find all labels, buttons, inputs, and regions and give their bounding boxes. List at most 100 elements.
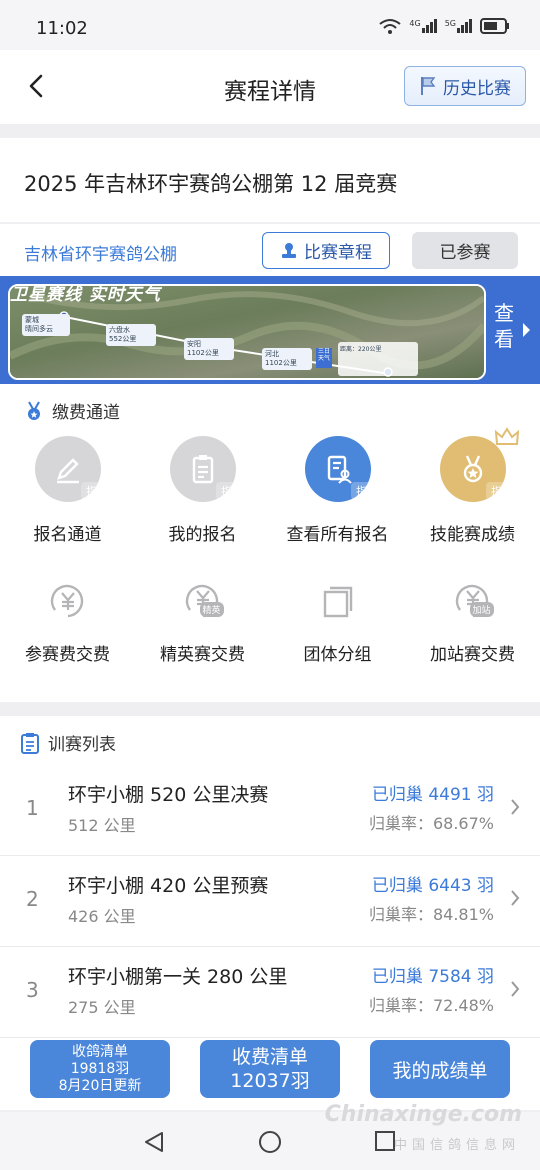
nav-header: 赛程详情 历史比赛 [0, 50, 540, 124]
pigeon-collection-list-button[interactable]: 收鸽清单 19818羽 8月20日更新 [30, 1040, 170, 1098]
fee-list-title: 收费清单 [231, 1046, 308, 1068]
my-results-label: 我的成绩单 [392, 1059, 488, 1082]
my-results-button[interactable]: 我的成绩单 [370, 1040, 510, 1098]
yuan-extra-icon: 加站 [448, 576, 498, 626]
team-grouping-item[interactable]: 团体分组 [270, 576, 405, 665]
guide-badge: 指 [485, 482, 508, 500]
collect-count: 19818羽 [70, 1060, 130, 1077]
grid-label: 查看所有报名 [286, 525, 389, 545]
signup-channel-item[interactable]: 指 报名通道 [0, 436, 135, 545]
grid-label: 精英赛交费 [160, 645, 245, 665]
club-name-link[interactable]: 吉林省环宇赛鸽公棚 [24, 240, 177, 265]
all-signups-item[interactable]: 指 查看所有报名 [270, 436, 405, 545]
history-races-label: 历史比赛 [443, 78, 511, 99]
edit-icon: 指 [34, 436, 103, 502]
race-distance: 512 公里 [68, 816, 136, 835]
fee-channel-section: 缴费通道 指 报名通道 指 我的报名 指 查看所有报名 指 技能赛成绩 参赛费交… [0, 384, 540, 702]
homing-rate: 归巢率：84.81% [368, 905, 494, 924]
extra-station-fee-item[interactable]: 加站 加站赛交费 [405, 576, 540, 665]
fee-list-button[interactable]: 收费清单 12037羽 [200, 1040, 340, 1098]
status-time: 11:02 [36, 18, 88, 39]
row-index: 3 [26, 978, 39, 1002]
training-row[interactable]: 1 环宇小棚 520 公里决赛 512 公里 已归巢 4491 羽 归巢率：68… [0, 766, 540, 856]
elite-fee-item[interactable]: 精英 精英赛交费 [135, 576, 270, 665]
signal-4g-icon: 4G [409, 19, 437, 33]
station-tag: 河北 1102公里 [262, 348, 312, 370]
weather-tag: 三日天气 [316, 348, 332, 368]
grid-label: 团体分组 [303, 645, 372, 665]
guide-badge: 指 [80, 482, 103, 500]
recents-square-icon[interactable] [374, 1130, 396, 1152]
homed-count: 已归巢 6443 羽 [371, 876, 494, 896]
elite-tag: 精英 [199, 602, 224, 617]
my-signup-item[interactable]: 指 我的报名 [135, 436, 270, 545]
grid-label: 参赛费交费 [25, 645, 110, 665]
row-index: 1 [26, 796, 39, 820]
medal-star-icon: 指 [439, 427, 519, 502]
back-triangle-icon[interactable] [142, 1130, 166, 1154]
forecast-panel: 距离：220公里 [338, 342, 418, 376]
watermark-logo: Chinaxinge.com [324, 1102, 522, 1127]
entry-fee-item[interactable]: 参赛费交费 [0, 576, 135, 665]
battery-icon [480, 18, 509, 34]
stamp-icon [282, 242, 296, 258]
race-title-card: 2025 年吉林环宇赛鸽公棚第 12 届竞赛 [0, 138, 540, 222]
station-tag: 蒙城 晴间多云 [22, 314, 70, 336]
extra-tag: 加站 [469, 602, 494, 617]
signal-5g-icon: 5G [445, 19, 472, 33]
clipboard-icon: 指 [169, 436, 238, 502]
yuan-icon [43, 576, 93, 626]
club-row: 吉林省环宇赛鸽公棚 比赛章程 已参赛 [0, 224, 540, 276]
grid-label: 报名通道 [33, 525, 102, 545]
race-name: 环宇小棚第一关 280 公里 [68, 966, 288, 988]
joined-status-button[interactable]: 已参赛 [412, 232, 518, 269]
banner-view-link[interactable]: 查看 [494, 300, 524, 352]
guide-badge: 指 [215, 482, 238, 500]
training-row[interactable]: 3 环宇小棚第一关 280 公里 275 公里 已归巢 7584 羽 归巢率：7… [0, 948, 540, 1038]
homed-count: 已归巢 4491 羽 [371, 785, 494, 805]
status-bar: 11:02 4G 5G [0, 0, 540, 50]
homing-rate: 归巢率：72.48% [368, 996, 494, 1015]
station-tag: 安阳 1102公里 [184, 338, 234, 360]
collect-title: 收鸽清单 [72, 1043, 128, 1060]
flag-icon [421, 77, 436, 95]
status-icons: 4G 5G [379, 18, 510, 34]
history-races-button[interactable]: 历史比赛 [404, 66, 526, 106]
grid-label: 加站赛交费 [430, 645, 515, 665]
skill-race-results-item[interactable]: 指 技能赛成绩 [405, 427, 540, 545]
race-name: 环宇小棚 420 公里预赛 [68, 875, 269, 897]
homed-count: 已归巢 7584 羽 [371, 967, 494, 987]
grid-label: 我的报名 [168, 525, 237, 545]
watermark-subtitle: 中国信鸽信息网 [393, 1138, 520, 1153]
race-rules-label: 比赛章程 [304, 243, 372, 263]
race-title: 2025 年吉林环宇赛鸽公棚第 12 届竞赛 [24, 172, 398, 196]
fee-section-heading: 缴费通道 [24, 398, 120, 423]
fee-list-count: 12037羽 [230, 1070, 310, 1092]
copy-icon [313, 576, 363, 626]
satellite-weather-banner[interactable]: 蒙城 晴间多云 六盘水 552公里 安阳 1102公里 河北 1102公里 三日天气 距… [0, 276, 540, 384]
training-section-heading: 训赛列表 [20, 730, 116, 755]
race-distance: 426 公里 [68, 907, 136, 926]
homing-rate: 归巢率：68.67% [368, 814, 494, 833]
yuan-elite-icon: 精英 [178, 576, 228, 626]
user-document-icon: 指 [304, 436, 373, 502]
guide-badge: 指 [350, 482, 373, 500]
crown-icon [494, 427, 519, 445]
medal-icon [28, 401, 40, 420]
race-rules-button[interactable]: 比赛章程 [262, 232, 390, 269]
race-distance: 275 公里 [68, 998, 136, 1017]
collect-updated: 8月20日更新 [58, 1077, 142, 1094]
training-row[interactable]: 2 环宇小棚 420 公里预赛 426 公里 已归巢 6443 羽 归巢率：84… [0, 857, 540, 947]
row-index: 2 [26, 887, 39, 911]
wifi-icon [379, 19, 402, 34]
clipboard-list-icon [21, 732, 39, 754]
banner-slogan: 卫星赛线 实时天气 [10, 285, 161, 305]
station-tag: 六盘水 552公里 [106, 324, 156, 346]
chevron-right-icon [511, 981, 520, 997]
grid-label: 技能赛成绩 [430, 525, 515, 545]
race-name: 环宇小棚 520 公里决赛 [68, 784, 269, 806]
chevron-right-icon [511, 799, 520, 815]
chevron-right-icon [523, 323, 530, 337]
home-circle-icon[interactable] [258, 1130, 282, 1154]
chevron-right-icon [511, 890, 520, 906]
